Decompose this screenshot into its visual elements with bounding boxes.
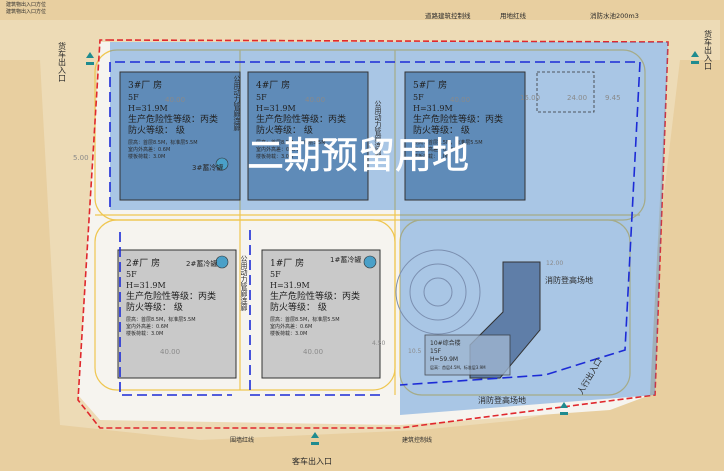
b5-width: 40.00 [450,96,470,104]
dim-right-gap-a: 12.00 [546,260,563,267]
office-floors: 15F [430,348,442,355]
b2-name: 2#厂 房 [126,257,160,269]
label-fire-pool: 消防水池200m3 [590,11,639,20]
bottom-right-label: 建筑控制线 [402,436,432,444]
b4-floors: 5F [256,93,267,102]
label-property-line: 用地红线 [500,11,527,20]
b3-fire: 防火等级： 级 [128,124,185,136]
b4-height: H=31.9M [256,104,296,113]
b2-detail-3: 楼板荷载：3.0M [126,330,163,337]
b2-height: H=31.9M [126,281,166,290]
b2-detail-2: 室内外高差：0.6M [126,323,168,330]
fire-area-label-1: 消防登高场地 [545,275,593,285]
b5-floors: 5F [413,93,424,102]
tank-2 [215,255,229,269]
b3-hazard: 生产危险性等级：丙类 [128,113,218,125]
legend-line-2: 建筑物出入口方位 [6,8,46,15]
b3-tank-label: 3#蓄冷罐 [192,163,223,172]
b1-floors: 5F [270,270,281,279]
office-details: 层高：首层4.5M，标准层3.9M [430,364,486,370]
cargo-exit-left-label: 货车出入口 [58,41,67,82]
dim-top-right-b: 24.00 [567,94,587,102]
tank-1 [363,255,377,269]
b2-detail-1: 层高：首层8.5M，标准层5.5M [126,316,196,323]
b1-name: 1#厂 房 [270,257,304,269]
office-height: H=59.9M [430,356,458,363]
corridor-label-1: 公用动力管廊连廊 [233,75,241,132]
site-plan-canvas: 建筑物出入口方位 建筑物出入口方位 道路建筑控制线 用地红线 消防水池200m3… [0,0,724,471]
b3-detail-1: 层高：首层8.5M，标准层5.5M [128,139,198,146]
dim-right-gap-b: 10.5 [408,348,422,355]
corridor-label-3: 公用动力管廊连廊 [240,255,248,312]
building-3 [119,71,241,201]
legend-line-1: 建筑物出入口方位 [6,1,46,8]
b2-hazard: 生产危险性等级：丙类 [126,290,216,302]
b4-name: 4#厂 房 [256,79,290,91]
b1-height: H=31.9M [270,281,310,290]
b1-detail-2: 室内外高差：0.6M [270,323,312,330]
dim-left-gap: 5.00 [73,154,89,162]
b1-hazard: 生产危险性等级：丙类 [270,290,360,302]
b3-detail-3: 楼板荷载：3.0M [128,153,165,160]
building-3-outline [119,71,241,201]
cargo-exit-right-label: 货车出入口 [704,29,713,70]
b4-width: 40.00 [305,96,325,104]
b4-hazard: 生产危险性等级：丙类 [256,113,346,125]
bottom-left-label: 围墙红线 [230,436,254,444]
dim-top-right-c: 9.45 [605,94,621,102]
b1-tank-label: 1#蓄冷罐 [330,255,361,264]
fire-area-label-2: 消防登高场地 [478,395,526,405]
office-name: 10#综合楼 [430,339,461,347]
b1-width: 40.00 [303,348,323,356]
b5-hazard: 生产危险性等级：丙类 [413,113,503,125]
phase2-title: 二期预留用地 [247,134,469,177]
b5-name: 5#厂 房 [413,79,447,91]
b2-width: 40.00 [160,348,180,356]
dim-top-right-a: 15.00 [520,94,540,102]
label-road-boundary: 道路建筑控制线 [425,11,471,20]
b3-floors: 5F [128,93,139,102]
b2-fire: 防火等级： 级 [126,301,183,313]
b1-detail-1: 层高：首层8.5M，标准层5.5M [270,316,340,323]
b3-height: H=31.9M [128,104,168,113]
b1-fire: 防火等级： 级 [270,301,327,313]
b2-floors: 5F [126,270,137,279]
dim-mid-gap: 4.50 [372,340,386,347]
b1-detail-3: 楼板荷载：3.0M [270,330,307,337]
site-plan-drawing: 建筑物出入口方位 建筑物出入口方位 道路建筑控制线 用地红线 消防水池200m3… [0,0,724,471]
guest-entrance-label: 客车出入口 [292,456,332,466]
b3-detail-2: 室内外高差：0.6M [128,146,170,153]
b5-height: H=31.9M [413,104,453,113]
b3-name: 3#厂 房 [128,79,162,91]
b3-width: 40.00 [165,96,185,104]
b2-tank-label: 2#蓄冷罐 [186,259,217,268]
